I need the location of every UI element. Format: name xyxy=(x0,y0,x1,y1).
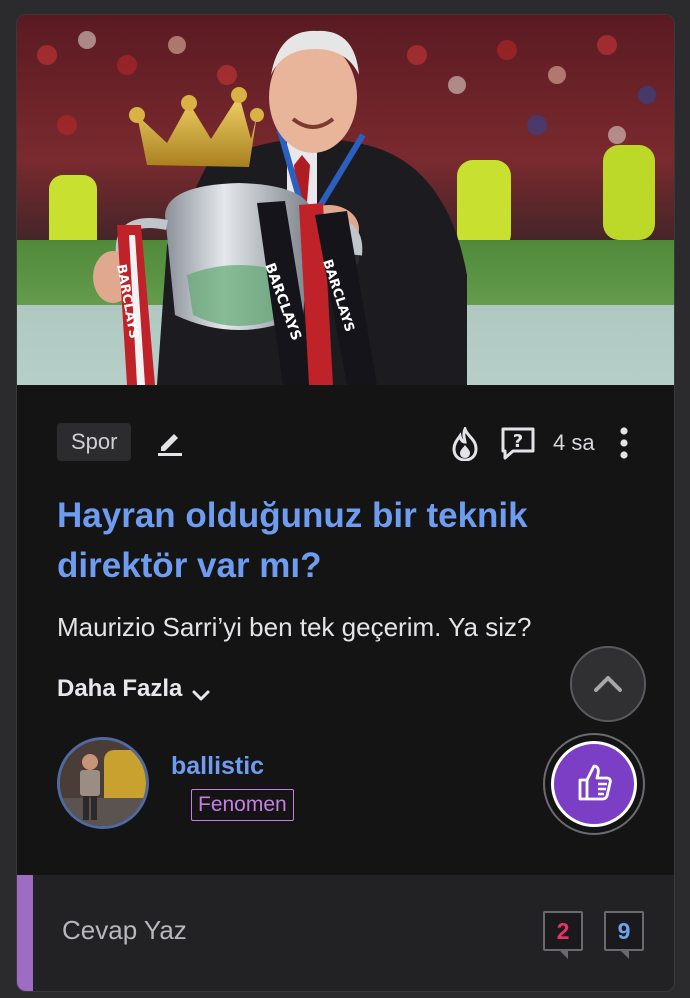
pencil-icon[interactable] xyxy=(155,427,185,457)
post-cover-image[interactable]: BARCLAYS BARCLAYS BARCLAYS xyxy=(17,15,674,385)
chevron-up-icon xyxy=(594,676,622,692)
svg-text:?: ? xyxy=(513,431,523,452)
chevron-down-icon xyxy=(190,679,212,701)
fire-icon[interactable] xyxy=(449,424,481,462)
scroll-to-top-button[interactable] xyxy=(570,646,646,722)
post-time: 4 sa xyxy=(553,430,595,455)
category-tag[interactable]: Spor xyxy=(57,423,132,461)
like-button-inner xyxy=(551,741,637,827)
post-card: BARCLAYS BARCLAYS BARCLAYS Spor ? 4 sa H… xyxy=(16,14,675,992)
reply-accent-stripe xyxy=(17,875,33,991)
reply-bar[interactable]: Cevap Yaz 2 9 xyxy=(17,875,674,991)
like-button[interactable] xyxy=(543,733,645,835)
post-excerpt: Maurizio Sarri’yi ben tek geçerim. Ya si… xyxy=(57,612,532,642)
author-rank-badge: Fenomen xyxy=(191,789,294,821)
reply-placeholder[interactable]: Cevap Yaz xyxy=(62,913,187,947)
post-meta-row: Spor ? 4 sa xyxy=(57,423,637,463)
question-bubble-icon[interactable]: ? xyxy=(499,426,537,462)
show-more-label: Daha Fazla xyxy=(57,675,183,702)
show-more-toggle[interactable]: Daha Fazla xyxy=(57,669,212,709)
author-username[interactable]: ballistic xyxy=(171,749,264,783)
author-avatar[interactable] xyxy=(57,737,149,829)
more-vertical-icon[interactable] xyxy=(617,425,631,461)
comment-count-badge[interactable]: 9 xyxy=(604,911,644,959)
post-title[interactable]: Hayran olduğunuz bir teknik direktör var… xyxy=(57,491,627,591)
reply-count-badge[interactable]: 2 xyxy=(543,911,583,959)
thumbs-up-icon xyxy=(578,764,612,801)
